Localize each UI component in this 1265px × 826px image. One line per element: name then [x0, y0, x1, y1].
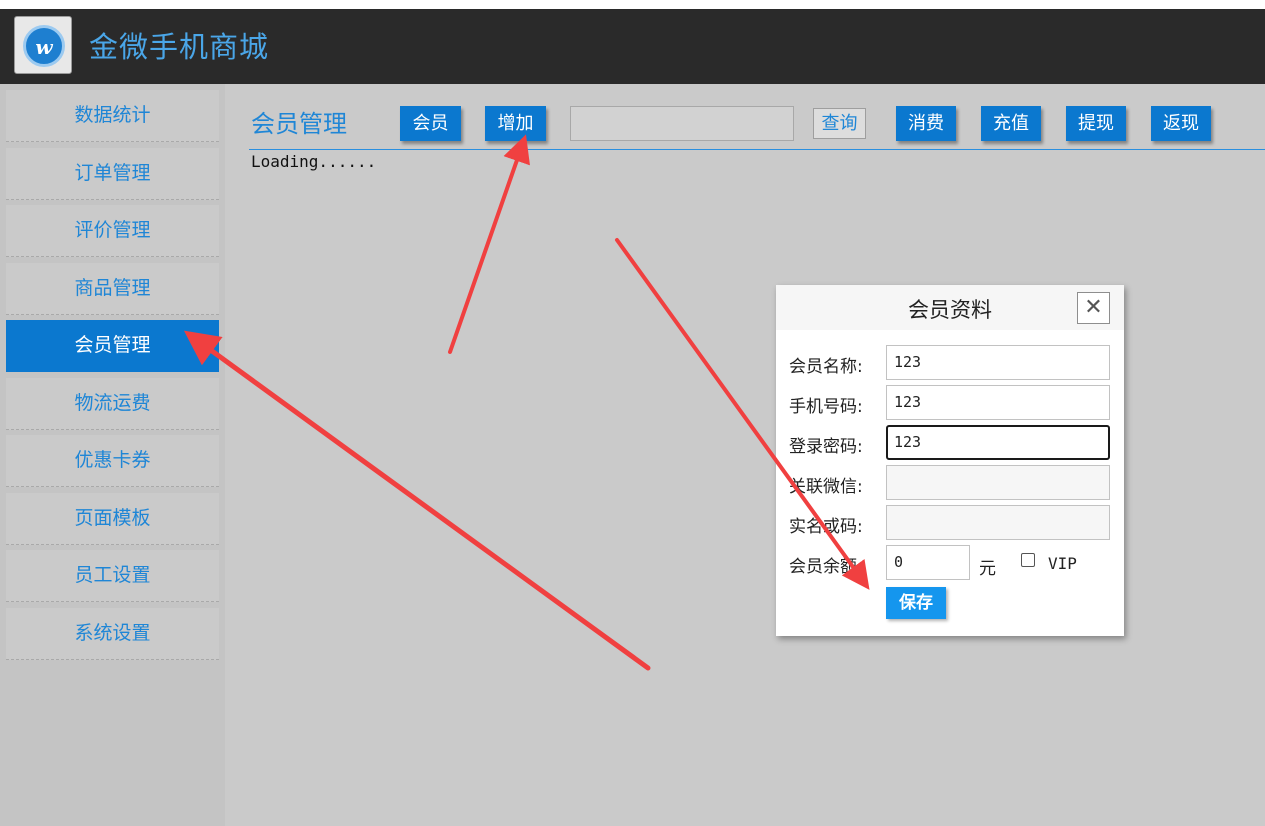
- sidebar-item-templates[interactable]: 页面模板: [6, 493, 219, 545]
- sidebar-item-logistics[interactable]: 物流运费: [6, 378, 219, 430]
- logo-glyph: w: [35, 35, 53, 59]
- realname-label: 实名或码:: [789, 517, 863, 537]
- wechat-field: [886, 465, 1110, 500]
- top-bar: w 金微手机商城: [0, 9, 1265, 84]
- sidebar-item-system[interactable]: 系统设置: [6, 608, 219, 660]
- loading-text: Loading......: [251, 152, 377, 171]
- member-name-field[interactable]: 123: [886, 345, 1110, 380]
- app-title: 金微手机商城: [89, 30, 270, 64]
- consume-button[interactable]: 消费: [896, 106, 956, 141]
- close-icon[interactable]: ✕: [1077, 292, 1110, 324]
- vip-checkbox[interactable]: [1021, 553, 1035, 567]
- dialog-header: 会员资料 ✕: [776, 285, 1124, 330]
- app-root: w 金微手机商城 数据统计 订单管理 评价管理 商品管理 会员管理 物流运费 优…: [0, 0, 1265, 826]
- password-field[interactable]: 123: [886, 425, 1110, 460]
- wechat-label: 关联微信:: [789, 477, 863, 497]
- search-input[interactable]: [570, 106, 794, 141]
- sidebar-item-orders[interactable]: 订单管理: [6, 148, 219, 200]
- sidebar-item-reviews[interactable]: 评价管理: [6, 205, 219, 257]
- phone-label: 手机号码:: [789, 397, 863, 417]
- rebate-button[interactable]: 返现: [1151, 106, 1211, 141]
- sidebar-item-stats[interactable]: 数据统计: [6, 90, 219, 142]
- sidebar-item-products[interactable]: 商品管理: [6, 263, 219, 315]
- currency-unit: 元: [979, 559, 996, 579]
- member-name-label: 会员名称:: [789, 357, 863, 377]
- save-button[interactable]: 保存: [886, 587, 946, 619]
- w-logo-icon[interactable]: w: [14, 16, 72, 74]
- vip-label: VIP: [1048, 554, 1077, 573]
- logo-ring: w: [23, 25, 65, 67]
- sidebar: 数据统计 订单管理 评价管理 商品管理 会员管理 物流运费 优惠卡券 页面模板 …: [0, 84, 225, 826]
- realname-field: [886, 505, 1110, 540]
- withdraw-button[interactable]: 提现: [1066, 106, 1126, 141]
- sidebar-item-members[interactable]: 会员管理: [6, 320, 219, 372]
- dialog-title: 会员资料: [908, 298, 992, 322]
- sidebar-item-staff[interactable]: 员工设置: [6, 550, 219, 602]
- add-button[interactable]: 增加: [485, 106, 546, 141]
- query-button[interactable]: 查询: [813, 108, 866, 139]
- recharge-button[interactable]: 充值: [981, 106, 1041, 141]
- member-button[interactable]: 会员: [400, 106, 461, 141]
- sidebar-item-coupons[interactable]: 优惠卡券: [6, 435, 219, 487]
- page-title: 会员管理: [251, 110, 347, 138]
- balance-field[interactable]: 0: [886, 545, 970, 580]
- title-divider: [249, 149, 1265, 150]
- password-label: 登录密码:: [789, 437, 863, 457]
- member-profile-dialog: 会员资料 ✕ 会员名称: 123 手机号码: 123 登录密码: 123 关联微…: [776, 285, 1124, 636]
- balance-label: 会员余额:: [789, 557, 863, 577]
- phone-field[interactable]: 123: [886, 385, 1110, 420]
